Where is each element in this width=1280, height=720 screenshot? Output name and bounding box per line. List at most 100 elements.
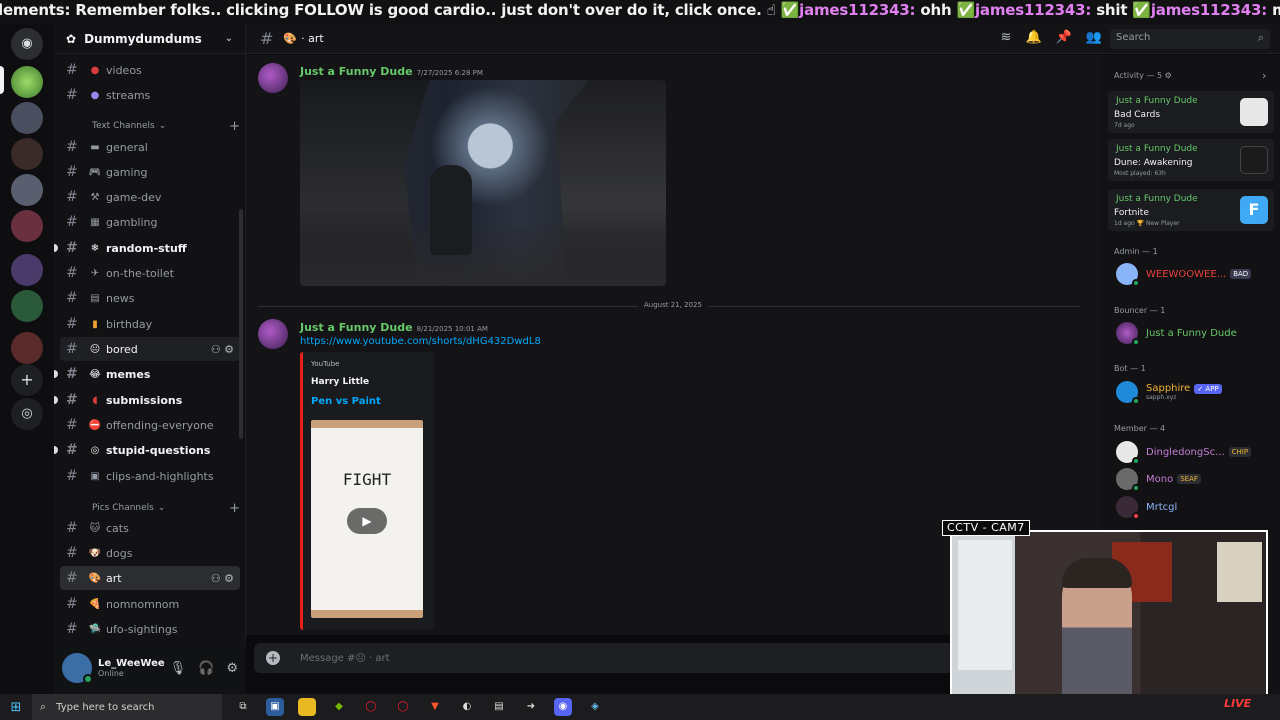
channel-art[interactable]: # 🎨 art ⚇ ⚙ (60, 566, 240, 590)
server-icon[interactable] (11, 210, 43, 242)
channel-news[interactable]: # ▤ news (60, 286, 240, 310)
channel-memes[interactable]: # 😂 memes (54, 362, 240, 386)
channel-emoji: ◖ (92, 394, 98, 406)
embed-author[interactable]: Harry Little (311, 377, 369, 387)
member-row[interactable]: WEEWOOWEE... BAD (1116, 262, 1276, 287)
avatar[interactable] (62, 653, 93, 684)
sidebar-scrollbar[interactable] (239, 209, 243, 439)
chevron-down-icon: ⌄ (224, 33, 233, 44)
channel-submissions[interactable]: # ◖ submissions (54, 388, 240, 412)
channel-streams[interactable]: # ● streams (60, 83, 240, 107)
channel-label: dogs (106, 546, 133, 560)
username: Le_WeeWee (98, 658, 165, 669)
activity-card[interactable]: Just a Funny Dude Fortnite 1d ago 🏆 New … (1108, 189, 1274, 231)
taskbar-search[interactable]: ⌕ Type here to search (32, 694, 222, 720)
microphone-icon[interactable]: 🎙 (170, 661, 187, 676)
activity-card[interactable]: Just a Funny Dude Bad Cards 7d ago (1108, 91, 1274, 133)
discover-icon[interactable]: ◎ (11, 398, 43, 430)
channel-gaming[interactable]: # 🎮 gaming (60, 160, 240, 184)
add-channel-icon[interactable]: + (229, 501, 240, 516)
category-pics-channels[interactable]: Pics Channels ⌄ + (70, 500, 240, 516)
channel-nomnomnom[interactable]: # 🍕 nomnomnom (60, 592, 240, 616)
server-icon[interactable] (11, 290, 43, 322)
channel-ufo-sightings[interactable]: # 🛸 ufo-sightings (60, 617, 240, 641)
channel-offending-everyone[interactable]: # ⛔ offending-everyone (60, 413, 240, 437)
hash-icon: # (66, 240, 78, 256)
author-name[interactable]: Just a Funny Dude (300, 65, 413, 78)
member-name: Just a Funny Dude (1146, 327, 1237, 339)
channel-general[interactable]: # ▬ general (60, 135, 240, 159)
app-icon[interactable]: ◐ (458, 698, 476, 716)
channel-settings-icons[interactable]: ⚇ ⚙ (211, 343, 234, 356)
gear-icon[interactable]: ⚙ (226, 661, 238, 676)
activity-card[interactable]: Just a Funny Dude Dune: Awakening Most p… (1108, 139, 1274, 181)
chevron-right-icon[interactable]: › (1262, 69, 1266, 82)
discord-icon[interactable]: ◉ (554, 698, 572, 716)
server-stack-icon[interactable] (11, 332, 43, 364)
app-icon[interactable]: ▤ (490, 698, 508, 716)
member-row[interactable]: Sapphire ✓ APP sapph.xyz (1116, 380, 1276, 405)
author-name[interactable]: Just a Funny Dude (300, 321, 413, 334)
channel-stupid-questions[interactable]: # ◎ stupid-questions (54, 438, 240, 462)
bell-icon[interactable]: 🔔 (1025, 30, 1041, 45)
app-icon[interactable]: ▣ (266, 698, 284, 716)
server-folder-icon[interactable] (11, 102, 43, 134)
avatar[interactable] (258, 319, 288, 349)
search-input[interactable]: Search ⌕ (1110, 29, 1270, 49)
app-icon[interactable]: ➜ (522, 698, 540, 716)
threads-icon[interactable]: ≋ (1001, 30, 1012, 45)
message-link[interactable]: https://www.youtube.com/shorts/dHG432Dwd… (300, 336, 541, 347)
member-row[interactable]: DingledongSc... CHIP (1116, 440, 1276, 465)
unread-indicator (54, 446, 58, 454)
steam-icon[interactable]: ◈ (586, 698, 604, 716)
message-author[interactable]: Just a Funny Dude 7/27/2025 6:28 PM (300, 65, 483, 78)
member-list-icon[interactable]: 👥 (1086, 30, 1102, 45)
opera-icon[interactable]: ◯ (394, 698, 412, 716)
windows-start-icon[interactable]: ⊞ (0, 700, 32, 715)
category-text-channels[interactable]: Text Channels ⌄ + (70, 118, 240, 134)
server-icon[interactable] (11, 138, 43, 170)
server-folder-icon[interactable] (11, 174, 43, 206)
server-dummydumdums-icon[interactable] (11, 66, 43, 98)
hash-icon: # (66, 621, 78, 637)
pin-icon[interactable]: 📌 (1056, 30, 1072, 45)
video-thumbnail[interactable]: FIGHT ▶ (311, 420, 423, 618)
channel-cats[interactable]: # 🐱 cats (60, 516, 240, 540)
discord-home-icon[interactable]: ◉ (11, 28, 43, 60)
embed-provider[interactable]: YouTube (311, 360, 339, 368)
avatar[interactable] (258, 63, 288, 93)
channel-random-stuff[interactable]: # ❄ random-stuff (54, 236, 240, 260)
hash-icon: # (66, 189, 78, 205)
image-attachment[interactable] (300, 80, 666, 286)
channel-bored[interactable]: # 😐 bored ⚇ ⚙ (60, 337, 240, 361)
member-row[interactable]: Mono SEAF (1116, 467, 1276, 492)
nvidia-icon[interactable]: ◆ (330, 698, 348, 716)
file-explorer-icon[interactable] (298, 698, 316, 716)
brave-icon[interactable]: ▼ (426, 698, 444, 716)
server-folder-icon[interactable] (11, 254, 43, 286)
channel-clips-and-highlights[interactable]: # ▣ clips-and-highlights (60, 464, 240, 488)
task-view-icon[interactable]: ⧉ (234, 698, 252, 716)
channel-dogs[interactable]: # 🐶 dogs (60, 541, 240, 565)
channel-settings-icons[interactable]: ⚇ ⚙ (211, 572, 234, 585)
add-attachment-icon[interactable]: + (266, 651, 280, 665)
channel-birthday[interactable]: # ▮ birthday (60, 312, 240, 336)
channel-on-the-toilet[interactable]: # ✈ on-the-toilet (60, 261, 240, 285)
member-row[interactable]: Just a Funny Dude (1116, 321, 1276, 346)
opera-gx-icon[interactable]: ◯ (362, 698, 380, 716)
channel-gambling[interactable]: # ▦ gambling (60, 210, 240, 234)
embed-title[interactable]: Pen vs Paint (311, 396, 381, 407)
member-row[interactable]: Mrtcgl (1116, 495, 1276, 520)
message-author[interactable]: Just a Funny Dude 8/21/2025 10:01 AM (300, 321, 488, 334)
hash-icon: # (66, 570, 78, 586)
hash-icon: # (66, 62, 78, 78)
add-channel-icon[interactable]: + (229, 119, 240, 134)
channel-label: cats (106, 521, 129, 535)
channel-label: news (106, 291, 135, 305)
channel-videos[interactable]: # ● videos (60, 58, 240, 82)
play-icon[interactable]: ▶ (347, 508, 387, 534)
add-server-icon[interactable]: + (11, 364, 43, 396)
headphones-icon[interactable]: 🎧 (198, 661, 214, 676)
channel-game-dev[interactable]: # ⚒ game-dev (60, 185, 240, 209)
server-header[interactable]: ✿ Dummydumdums ⌄ (54, 24, 245, 54)
